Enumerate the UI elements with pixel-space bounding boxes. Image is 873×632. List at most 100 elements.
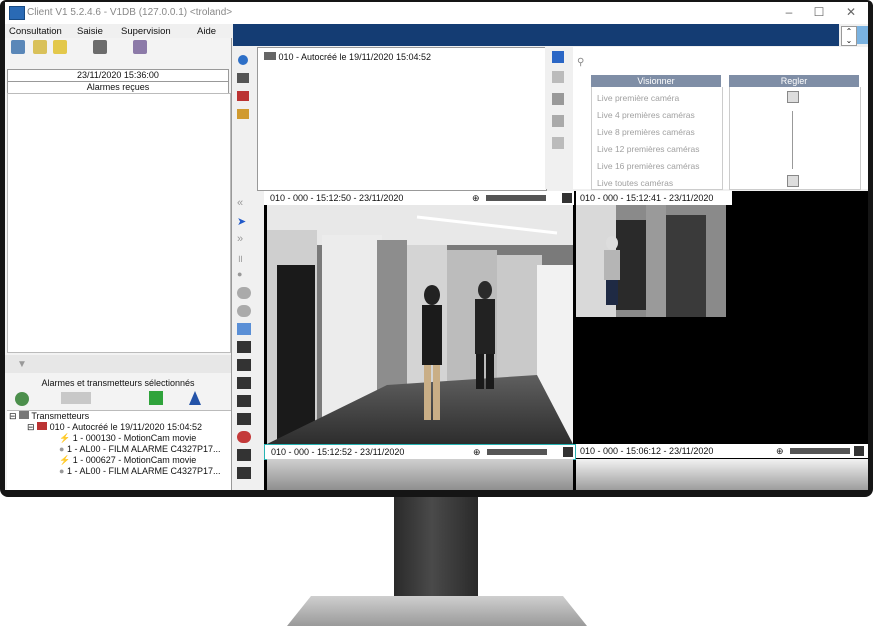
- menu-supervision[interactable]: Supervision: [121, 26, 171, 37]
- tree-root-label: Transmetteurs: [31, 411, 90, 421]
- strip-scroll-button[interactable]: ⌃ ⌄: [841, 26, 857, 46]
- camera-bottom-right-label: 010 - 000 - 15:06:12 - 23/11/2020: [580, 446, 714, 456]
- edit-transmitter-icon[interactable]: [237, 109, 249, 119]
- transmitter-icon[interactable]: [93, 40, 109, 56]
- live-option[interactable]: Live 4 premières caméras: [597, 110, 695, 120]
- minimize-button[interactable]: –: [775, 5, 803, 21]
- live-option[interactable]: Live 16 premières caméras: [597, 161, 700, 171]
- menu-saisie[interactable]: Saisie: [77, 26, 103, 37]
- tree-transmitter[interactable]: ⊟ 010 - Autocréé le 19/11/2020 15:04:52: [27, 422, 202, 433]
- people-icon[interactable]: [133, 40, 149, 56]
- regler-slider[interactable]: [792, 111, 793, 169]
- regler-bottom-icon[interactable]: [787, 175, 799, 187]
- monitor-stand-neck: [394, 497, 478, 609]
- tree-item[interactable]: ⚡ 1 - 000627 - MotionCam movie: [59, 455, 196, 466]
- alert-icon[interactable]: [189, 391, 201, 405]
- tree-item[interactable]: ● 1 - AL00 - FILM ALARME C4327P17...: [59, 444, 221, 454]
- collapse-arrow-icon[interactable]: ▼: [17, 359, 27, 370]
- info-icon[interactable]: [238, 55, 248, 65]
- camera-bottom-left-label: 010 - 000 - 15:12:52 - 23/11/2020: [271, 447, 405, 457]
- rewind-icon[interactable]: «: [237, 197, 251, 209]
- camera-top-right-view[interactable]: [576, 205, 726, 317]
- grid-1-icon[interactable]: [237, 341, 251, 353]
- regler-top-icon[interactable]: [787, 91, 799, 103]
- camera-main-view[interactable]: [267, 205, 573, 444]
- info-panel-icon[interactable]: [237, 449, 251, 461]
- regler-header: Regler: [729, 75, 859, 87]
- person-icon[interactable]: [552, 51, 564, 63]
- live-option[interactable]: Live 8 premières caméras: [597, 127, 695, 137]
- menu-aide[interactable]: Aide: [197, 26, 216, 37]
- camera-progress: [790, 448, 850, 454]
- down-icon[interactable]: [552, 93, 564, 105]
- title-bar: Client V1 5.2.4.6 - V1DB (127.0.0.1) <tr…: [5, 2, 868, 24]
- strip-refresh-icon[interactable]: [857, 26, 868, 44]
- camera-toolbar: [233, 47, 255, 187]
- menu-consultation[interactable]: Consultation: [9, 26, 62, 37]
- camera-menu-icon[interactable]: [854, 446, 864, 456]
- selected-alarms-label: Alarmes et transmetteurs sélectionnés: [41, 378, 195, 388]
- edit-icon[interactable]: [33, 40, 49, 56]
- monitor-frame: Client V1 5.2.4.6 - V1DB (127.0.0.1) <tr…: [0, 0, 873, 497]
- close-button[interactable]: ✕: [837, 5, 865, 21]
- validate-icon[interactable]: [149, 391, 163, 405]
- tree-item[interactable]: ● 1 - AL00 - FILM ALARME C4327P17...: [59, 466, 221, 476]
- camera-status-icon: ⊕: [473, 447, 481, 457]
- tree-item-label: 1 - 000130 - MotionCam movie: [72, 433, 197, 443]
- video-grid: 010 - 000 - 15:12:50 - 23/11/2020 ⊕ 010 …: [264, 191, 868, 490]
- delete-transmitter-icon[interactable]: [237, 91, 249, 101]
- grid-16-icon[interactable]: [237, 395, 251, 407]
- top-status-strip: [233, 24, 839, 46]
- tree-item-label: 1 - AL00 - FILM ALARME C4327P17...: [66, 444, 221, 454]
- app-icon: [9, 6, 25, 20]
- camera-bottom-right-bar: 010 - 000 - 15:06:12 - 23/11/2020 ⊕: [576, 444, 868, 458]
- list-icon[interactable]: [552, 115, 564, 127]
- up-icon[interactable]: [552, 71, 564, 83]
- camera-top-right-bar: 010 - 000 - 15:12:41 - 23/11/2020: [576, 191, 732, 205]
- filter-dropdown-icon[interactable]: [61, 392, 91, 404]
- tree-item-label: 1 - 000627 - MotionCam movie: [72, 455, 197, 465]
- live-option[interactable]: Live 12 premières caméras: [597, 144, 700, 154]
- camera-tree-item-label: 010 - Autocréé le 19/11/2020 15:04:52: [278, 52, 431, 62]
- maximize-button[interactable]: ☐: [805, 5, 833, 21]
- tree-item[interactable]: ⚡ 1 - 000130 - MotionCam movie: [59, 433, 196, 444]
- play-icon[interactable]: ➤: [237, 215, 251, 228]
- save-icon[interactable]: [11, 40, 27, 56]
- alarm-icon[interactable]: [237, 431, 251, 443]
- view-tools: [545, 47, 571, 189]
- grid-4-icon[interactable]: [237, 359, 251, 371]
- tree-root[interactable]: ⊟ Transmetteurs: [9, 411, 89, 422]
- fast-forward-icon[interactable]: »: [237, 233, 251, 245]
- snapshot-icon[interactable]: [237, 287, 251, 299]
- tree-item-label: 1 - AL00 - FILM ALARME C4327P17...: [66, 466, 221, 476]
- runner-icon: ⚲: [577, 57, 585, 68]
- application-window: Client V1 5.2.4.6 - V1DB (127.0.0.1) <tr…: [5, 2, 868, 490]
- camera-tree[interactable]: 010 - Autocréé le 19/11/2020 15:04:52: [257, 47, 547, 191]
- settings-icon[interactable]: [552, 137, 564, 149]
- camera-main-label: 010 - 000 - 15:12:50 - 23/11/2020: [270, 193, 404, 203]
- camera-top-right-label: 010 - 000 - 15:12:41 - 23/11/2020: [580, 193, 714, 203]
- globe-icon[interactable]: [15, 392, 29, 406]
- window-title: Client V1 5.2.4.6 - V1DB (127.0.0.1) <tr…: [27, 7, 233, 18]
- stop-icon[interactable]: ●: [237, 269, 251, 281]
- transmitters-tree[interactable]: ⊟ Transmetteurs ⊟ 010 - Autocréé le 19/1…: [7, 410, 231, 490]
- transmitter-icon[interactable]: [237, 73, 249, 83]
- record-icon[interactable]: [237, 305, 251, 317]
- zoom-icon[interactable]: [237, 323, 251, 335]
- camera-bottom-left-view[interactable]: [267, 459, 573, 490]
- pause-icon[interactable]: ॥: [237, 251, 251, 265]
- camera-tree-item[interactable]: 010 - Autocréé le 19/11/2020 15:04:52: [264, 52, 431, 62]
- window-icon[interactable]: [237, 467, 251, 479]
- alarms-list[interactable]: [7, 93, 231, 353]
- grid-9-icon[interactable]: [237, 377, 251, 389]
- camera-status-icon: ⊕: [472, 193, 480, 203]
- live-option[interactable]: Live toutes caméras: [597, 178, 673, 188]
- live-option[interactable]: Live première caméra: [597, 93, 679, 103]
- document-icon[interactable]: [53, 40, 69, 56]
- camera-menu-icon[interactable]: [562, 193, 572, 203]
- splitter-bar[interactable]: ▼: [5, 355, 231, 373]
- menu-bar: Consultation Saisie Supervision Aide: [5, 24, 231, 38]
- camera-bottom-right-view[interactable]: [576, 459, 868, 490]
- grid-custom-icon[interactable]: [237, 413, 251, 425]
- camera-menu-icon[interactable]: [563, 447, 573, 457]
